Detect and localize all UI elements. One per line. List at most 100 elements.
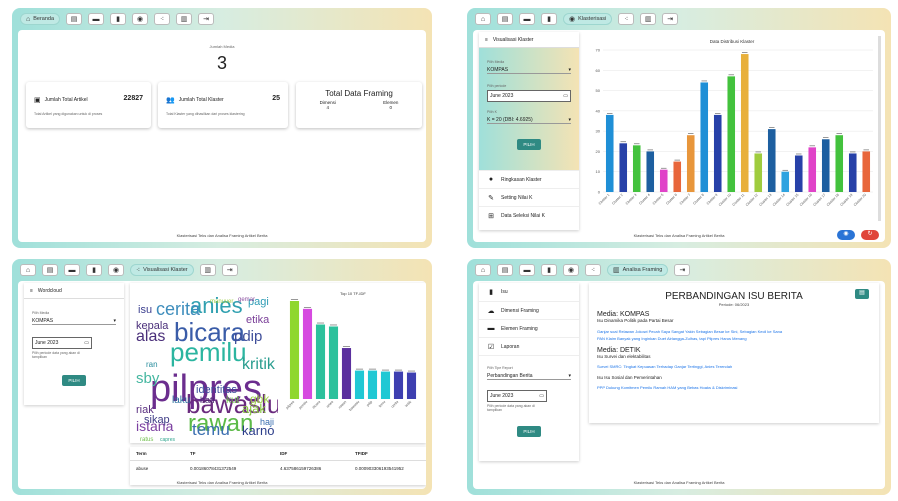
tab-document[interactable]: ▤ bbox=[497, 264, 513, 276]
tab-scatter[interactable]: ⁖ bbox=[585, 264, 601, 276]
tab-book[interactable]: ▮ bbox=[541, 13, 557, 25]
tab-book[interactable]: ▮ bbox=[110, 13, 127, 25]
home-icon: ⌂ bbox=[480, 15, 486, 23]
menu-elemen-framing[interactable]: ▬ Elemen Framing bbox=[479, 319, 579, 337]
tab-logout[interactable]: ⇥ bbox=[674, 264, 691, 276]
x-tick-label: Cluster 15 bbox=[785, 193, 799, 207]
article-link[interactable]: Ganjar soal Relawan Jokowi Pecah Saya Sa… bbox=[597, 329, 871, 334]
tab-cluster[interactable]: ◉ bbox=[132, 13, 149, 25]
home-icon: ⌂ bbox=[25, 266, 31, 274]
tab-scatter[interactable]: ⁖ bbox=[618, 13, 635, 25]
k-select[interactable]: K = 20 (DBI: 4.6925) ▾ bbox=[487, 117, 571, 124]
article-link[interactable]: PAN Klaim Banyak yang Inginkan Duet Airl… bbox=[597, 336, 871, 341]
tab-document[interactable]: ▤ bbox=[497, 13, 513, 25]
pilih-button[interactable]: PILIH bbox=[62, 375, 86, 386]
tab-beranda[interactable]: ⌂ Beranda bbox=[20, 13, 61, 25]
sidebar-header[interactable]: ≡ Wordcloud bbox=[24, 283, 124, 299]
bar bbox=[659, 169, 668, 192]
bar bbox=[781, 171, 790, 192]
cluster-fab-button[interactable]: ◉ bbox=[837, 230, 855, 240]
tab-klasterisasi[interactable]: ◉ Klasterisasi bbox=[563, 13, 613, 25]
tab-folder[interactable]: ▬ bbox=[88, 13, 105, 25]
periode-input[interactable]: June 2023 ▭ bbox=[487, 390, 547, 402]
article-link[interactable]: Survei SMRC: Tingkat Kepuasan Terhadap G… bbox=[597, 364, 871, 369]
document-icon: ▤ bbox=[70, 16, 78, 23]
tab-chart[interactable]: ▥ bbox=[640, 13, 657, 25]
tab-folder[interactable]: ▬ bbox=[519, 13, 535, 25]
checkbox-icon: ☑ bbox=[487, 343, 495, 351]
tab-document[interactable]: ▤ bbox=[66, 13, 83, 25]
beranda-content: Jumlah Media 3 ▣ Jumlah Total Artikel 22… bbox=[18, 30, 426, 242]
tab-home[interactable]: ⌂ bbox=[475, 13, 491, 25]
menu-laporan[interactable]: ☑ Laporan bbox=[479, 337, 579, 355]
column-header-tf[interactable]: TF bbox=[190, 451, 280, 456]
menu-dimensi-framing[interactable]: ☁ Dimensi Framing bbox=[479, 301, 579, 319]
refresh-icon: ↻ bbox=[867, 231, 873, 237]
tab-folder[interactable]: ▬ bbox=[64, 264, 80, 276]
tab-logout[interactable]: ⇥ bbox=[198, 13, 215, 25]
tab-home[interactable]: ⌂ bbox=[475, 264, 491, 276]
menu-data-seleksi-k[interactable]: ⊞ Data Seleksi Nilai K bbox=[479, 206, 579, 224]
column-header-tfidf[interactable]: TFIDF bbox=[355, 451, 425, 456]
periode-input[interactable]: June 2023 ▭ bbox=[487, 90, 571, 102]
chart-icon: ▥ bbox=[613, 267, 620, 274]
document-icon: ▤ bbox=[501, 267, 509, 274]
media-select[interactable]: KOMPAS ▾ bbox=[32, 318, 116, 325]
tab-visualisasi-klaster[interactable]: ⁖ Visualisasi Klaster bbox=[130, 264, 194, 276]
tab-document[interactable]: ▤ bbox=[42, 264, 58, 276]
wordcloud-word: temu bbox=[192, 420, 230, 439]
card-total-klaster: 👥 Jumlah Total Klaster 25 Total Klaster … bbox=[158, 82, 288, 128]
report-card: ▤ PERBANDINGAN ISU BERITA Periode: 06/20… bbox=[589, 283, 879, 423]
x-tick-label: rawan bbox=[338, 400, 348, 410]
tab-cluster[interactable]: ◉ bbox=[563, 264, 579, 276]
column-header-term[interactable]: Term bbox=[130, 451, 190, 456]
tab-bar: ⌂ ▤ ▬ ▮ ◉ Klasterisasi ⁖ ▥ ⇥ bbox=[475, 13, 679, 25]
refresh-fab-button[interactable]: ↻ bbox=[861, 230, 879, 240]
cloud-icon: ☁ bbox=[487, 307, 495, 315]
footer-text: Klasterisasi Teks dan Analisa Framing Ar… bbox=[633, 480, 725, 485]
periode-input[interactable]: June 2023 ▭ bbox=[32, 337, 92, 349]
menu-setting-nilai-k[interactable]: ✎ Setting Nilai K bbox=[479, 188, 579, 206]
book-icon: ▮ bbox=[547, 16, 551, 23]
y-tick-label: 60 bbox=[596, 68, 601, 73]
folder-icon: ▬ bbox=[487, 325, 495, 332]
periode-hint: Pilih periode data yang akan di tampilka… bbox=[487, 404, 535, 412]
wordcloud-card: pilpres pemilu bicara anies rawan bawaslu pdip… bbox=[130, 283, 426, 443]
tab-chart[interactable]: ▥ bbox=[199, 264, 216, 276]
tab-logout[interactable]: ⇥ bbox=[221, 264, 238, 276]
column-header-idf[interactable]: IDF bbox=[280, 451, 355, 456]
tab-chart[interactable]: ▥ bbox=[176, 13, 193, 25]
media-count-block: Jumlah Media 3 bbox=[18, 44, 426, 74]
tab-folder[interactable]: ▬ bbox=[519, 264, 535, 276]
x-tick-label: Cluster 6 bbox=[665, 193, 678, 206]
scatter-icon: ⁖ bbox=[136, 267, 141, 274]
x-tick-label: pdip bbox=[366, 400, 374, 408]
tab-home[interactable]: ⌂ bbox=[20, 264, 36, 276]
menu-ringkasan-klaster[interactable]: ● Ringkasan Klaster bbox=[479, 170, 579, 188]
article-link[interactable]: PPP Dukung Komitmen Pemilu Ramah HAM yan… bbox=[597, 385, 871, 390]
dimensi-value: 4 bbox=[326, 105, 329, 110]
tab-scatter[interactable]: ⁖ bbox=[154, 13, 171, 25]
cluster-icon: ◉ bbox=[112, 267, 120, 274]
home-icon: ⌂ bbox=[26, 15, 31, 23]
scrollbar[interactable] bbox=[878, 36, 881, 221]
export-button[interactable]: ▤ bbox=[855, 289, 869, 299]
pencil-icon: ✎ bbox=[488, 194, 494, 202]
menu-isu[interactable]: ▮ Isu bbox=[479, 283, 579, 301]
artikel-value: 22827 bbox=[123, 95, 143, 102]
folder-icon: ▬ bbox=[92, 15, 100, 23]
x-tick-label: Cluster 20 bbox=[853, 193, 867, 207]
tab-book[interactable]: ▮ bbox=[86, 264, 102, 276]
pilih-button[interactable]: PILIH bbox=[517, 139, 541, 150]
tab-analisa-framing[interactable]: ▥ Analisa Framing bbox=[607, 264, 669, 276]
tab-logout[interactable]: ⇥ bbox=[662, 13, 679, 25]
tab-cluster[interactable]: ◉ bbox=[108, 264, 124, 276]
wordcloud: pilprespemilubicaraaniesrawanbawaslupdip… bbox=[136, 293, 278, 443]
wordcloud-word: isu bbox=[138, 304, 152, 316]
tab-book[interactable]: ▮ bbox=[541, 264, 557, 276]
report-select[interactable]: Perbandingan Berita ▾ bbox=[487, 373, 571, 380]
tab-bar: ⌂ ▤ ▬ ▮ ◉ ⁖ ▥ Analisa Framing ⇥ bbox=[475, 264, 691, 276]
pilih-button[interactable]: PILIH bbox=[517, 426, 541, 437]
media-select[interactable]: KOMPAS ▾ bbox=[487, 67, 571, 74]
sidebar-header[interactable]: ≡ Visualisasi Klaster bbox=[479, 32, 579, 48]
